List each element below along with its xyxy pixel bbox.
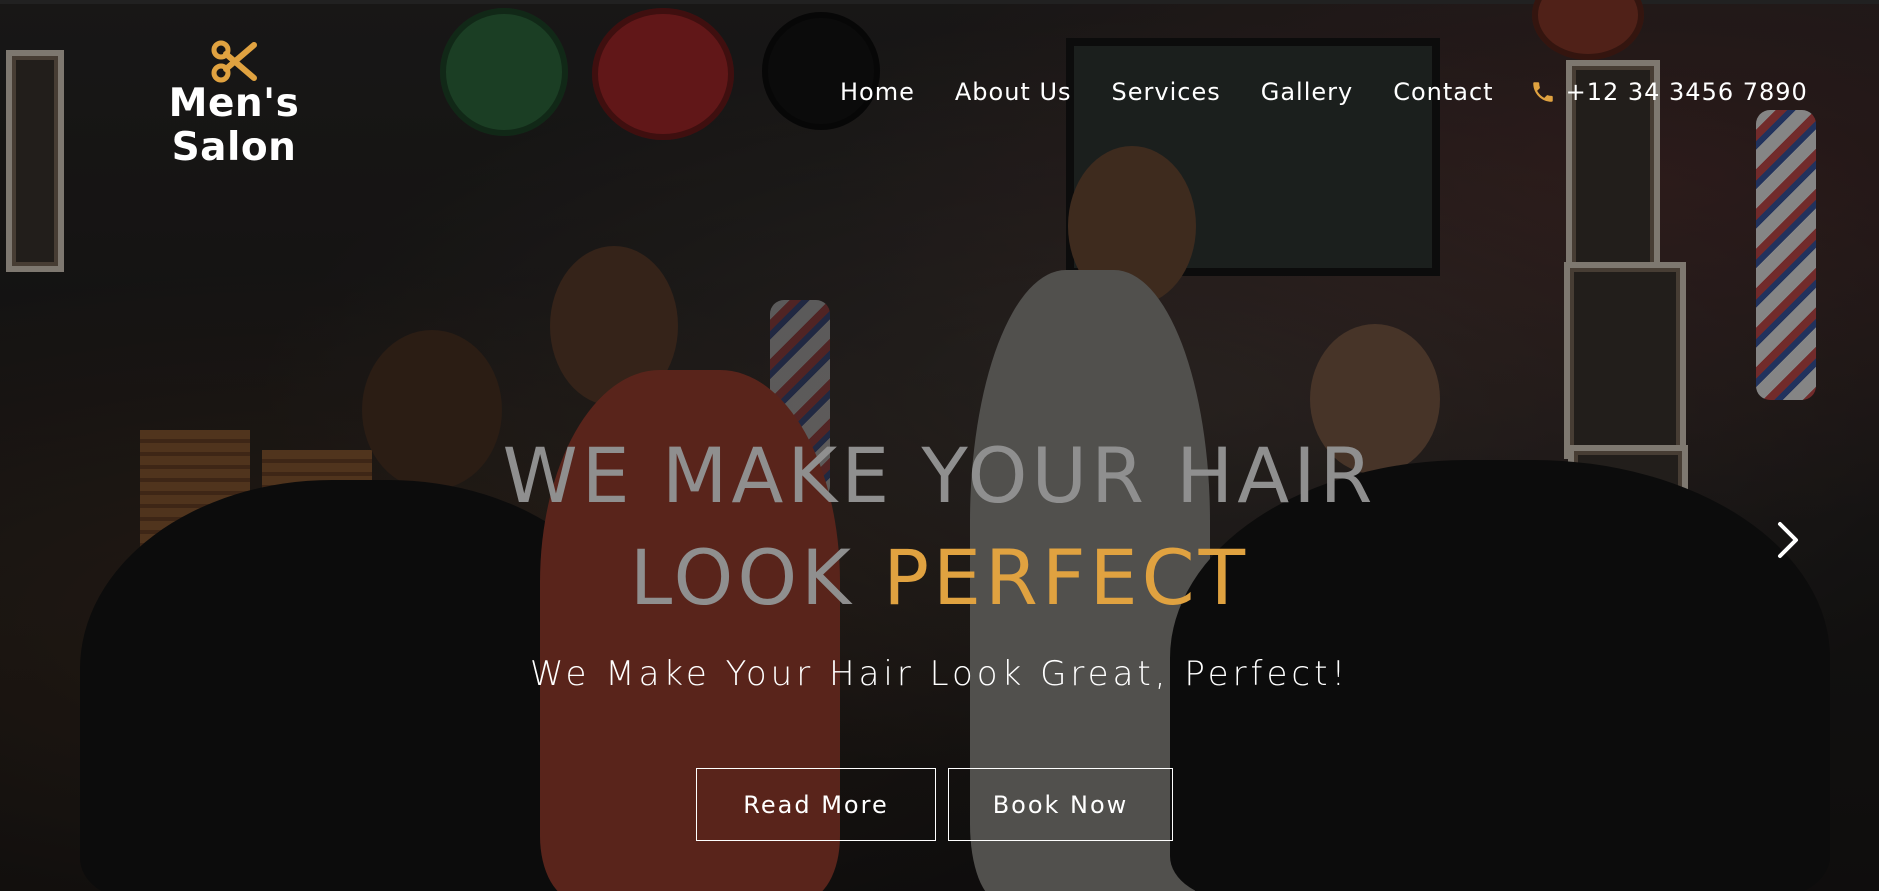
nav-item-home[interactable]: Home (840, 78, 915, 106)
read-more-button[interactable]: Read More (696, 768, 936, 841)
logo[interactable]: Men's Salon (104, 40, 364, 170)
chevron-right-icon[interactable] (1772, 520, 1802, 560)
nav-item-gallery[interactable]: Gallery (1261, 78, 1353, 106)
hero-subheadline: We Make Your Hair Look Great, Perfect! (529, 654, 1350, 694)
hero-section: Men's Salon Home About Us Services Galle… (0, 0, 1879, 891)
main-nav: Home About Us Services Gallery Contact +… (840, 78, 1808, 106)
headline-line-1: WE MAKE YOUR HAIR (502, 431, 1377, 520)
phone-icon (1532, 82, 1553, 102)
nav-item-services[interactable]: Services (1112, 78, 1221, 106)
headline-line-2: LOOK (629, 533, 856, 622)
headline-accent: PERFECT (883, 533, 1250, 622)
phone-number: +12 34 3456 7890 (1565, 78, 1808, 106)
scissors-icon (211, 40, 257, 83)
phone-contact[interactable]: +12 34 3456 7890 (1530, 78, 1808, 106)
nav-item-contact[interactable]: Contact (1393, 78, 1493, 106)
book-now-button[interactable]: Book Now (948, 768, 1173, 841)
nav-item-about-us[interactable]: About Us (955, 78, 1072, 106)
brand-name: Men's Salon (168, 81, 300, 170)
hero-headline: WE MAKE YOUR HAIR LOOK PERFECT (0, 425, 1879, 629)
